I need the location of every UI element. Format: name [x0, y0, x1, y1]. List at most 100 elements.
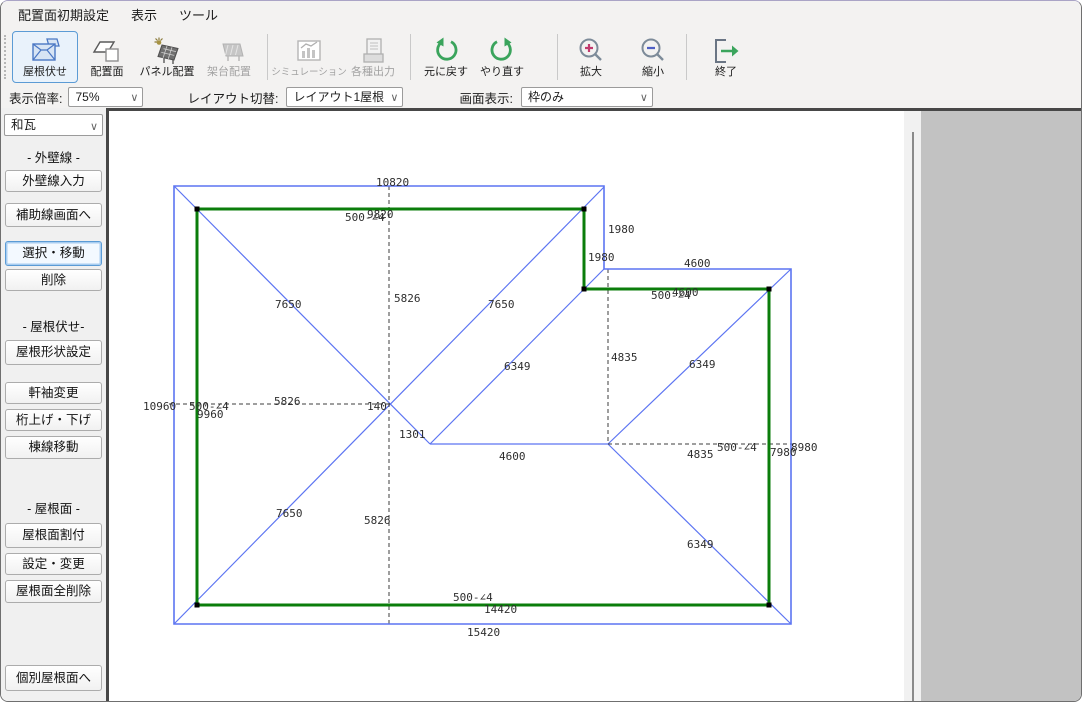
- wall-corner-dot: [767, 287, 772, 292]
- toolbar-button-label: やり直す: [480, 66, 524, 79]
- undo-icon: [431, 35, 461, 66]
- delete-button[interactable]: 削除: [5, 269, 102, 291]
- dimension-label: 4600: [499, 450, 526, 463]
- mount-layout-button[interactable]: 架台配置: [198, 31, 260, 83]
- canvas-region: 10820500-∠49820198019804600500-∠44600765…: [106, 108, 1082, 702]
- roof-plan-button[interactable]: 屋根伏せ: [12, 31, 78, 83]
- dimension-label: 4835: [687, 448, 714, 461]
- panel-layout-button[interactable]: パネル配置: [136, 31, 198, 83]
- vertical-scrollbar[interactable]: [904, 111, 921, 702]
- placement-plane-icon: [92, 35, 122, 66]
- dimension-label: 7650: [275, 298, 302, 311]
- toolbar-separator: [410, 34, 411, 80]
- dimension-label: 9960: [197, 408, 224, 421]
- dimension-label: 6349: [504, 360, 531, 373]
- view-options-bar: 表示倍率: 75% ∨ レイアウト切替: レイアウト1屋根 ∨ 画面表示: 枠の…: [1, 86, 1081, 108]
- toolbar-button-label: シミュレーション: [271, 66, 347, 79]
- zoom-out-icon: [638, 35, 668, 66]
- menu-bar: 配置面初期設定 表示 ツール: [1, 1, 1081, 28]
- wall-corner-dot: [195, 603, 200, 608]
- placement-plane-button[interactable]: 配置面: [78, 31, 136, 83]
- dimension-label: 14420: [484, 603, 517, 616]
- exit-button[interactable]: 終了: [700, 31, 752, 83]
- dimension-label: 8980: [791, 441, 818, 454]
- roof-material-select[interactable]: 和瓦 ∨: [4, 114, 103, 136]
- toolbar-button-label: 配置面: [91, 66, 124, 79]
- zoom-ratio-value: 75%: [75, 90, 99, 104]
- toolbar: 屋根伏せ 配置面: [1, 28, 1081, 86]
- exit-icon: [711, 35, 741, 66]
- section-roof-plan: - 屋根伏せ-: [4, 316, 103, 335]
- dimension-label: 1980: [608, 223, 635, 236]
- chevron-down-icon: ∨: [390, 89, 398, 107]
- chevron-down-icon: ∨: [640, 89, 648, 107]
- dimension-label: 4600: [672, 286, 699, 299]
- zoom-out-button[interactable]: 縮小: [627, 31, 679, 83]
- wall-corner-dot: [195, 207, 200, 212]
- simulation-icon: [294, 35, 324, 66]
- panel-layout-icon: [152, 35, 182, 66]
- section-roof-face: - 屋根面 -: [4, 498, 103, 517]
- menu-item-tools[interactable]: ツール: [168, 1, 229, 28]
- mount-layout-icon: [214, 35, 244, 66]
- dimension-label: 6349: [687, 538, 714, 551]
- display-mode-label: 画面表示:: [459, 88, 512, 107]
- roof-face-delete-all-button[interactable]: 屋根面全削除: [5, 580, 102, 603]
- eave-change-button[interactable]: 軒袖変更: [5, 382, 102, 404]
- toolbar-button-label: パネル配置: [140, 66, 195, 79]
- drawing-canvas[interactable]: 10820500-∠49820198019804600500-∠44600765…: [106, 111, 904, 702]
- dimension-label: 10820: [376, 176, 409, 189]
- output-button[interactable]: 各種出力: [343, 31, 403, 83]
- redo-button[interactable]: やり直す: [474, 31, 530, 83]
- wall-corner-dot: [582, 207, 587, 212]
- toolbar-button-label: 屋根伏せ: [23, 66, 67, 79]
- section-wall-line: - 外壁線 -: [4, 147, 103, 166]
- individual-roof-face-button[interactable]: 個別屋根面へ: [5, 665, 102, 691]
- scrollbar-thumb[interactable]: [912, 132, 914, 702]
- roof-hip-line: [608, 444, 791, 624]
- dimension-label: 1980: [588, 251, 615, 264]
- roof-plan-icon: [30, 35, 60, 66]
- zoom-in-button[interactable]: 拡大: [565, 31, 617, 83]
- dimension-label: 140: [367, 400, 387, 413]
- wall-corner-dot: [767, 603, 772, 608]
- roof-material-value: 和瓦: [11, 118, 36, 132]
- layout-switch-select[interactable]: レイアウト1屋根 ∨: [286, 87, 403, 107]
- dimension-label: 7650: [488, 298, 515, 311]
- simulation-button[interactable]: シミュレーション: [275, 31, 343, 83]
- display-mode-select[interactable]: 枠のみ ∨: [521, 87, 653, 107]
- girder-up-down-button[interactable]: 桁上げ・下げ: [5, 409, 102, 431]
- ridge-move-button[interactable]: 棟線移動: [5, 436, 102, 459]
- undo-button[interactable]: 元に戻す: [418, 31, 474, 83]
- zoom-in-icon: [576, 35, 606, 66]
- dimension-label: 500-∠4: [717, 441, 757, 454]
- chevron-down-icon: ∨: [130, 89, 138, 107]
- redo-icon: [487, 35, 517, 66]
- dimension-label: 9820: [367, 208, 394, 221]
- select-move-button[interactable]: 選択・移動: [5, 241, 102, 266]
- toolbar-grip[interactable]: [4, 35, 9, 79]
- roof-eave-outline: [174, 186, 791, 624]
- toolbar-button-label: 架台配置: [207, 66, 251, 79]
- sidebar: 和瓦 ∨ - 外壁線 - 外壁線入力 補助線画面へ 選択・移動 削除 - 屋根伏…: [1, 108, 106, 702]
- wall-line-input-button[interactable]: 外壁線入力: [5, 170, 102, 192]
- chevron-down-icon: ∨: [90, 117, 98, 137]
- menu-item-view[interactable]: 表示: [120, 1, 168, 28]
- toolbar-button-label: 元に戻す: [424, 66, 468, 79]
- roof-shape-setting-button[interactable]: 屋根形状設定: [5, 340, 102, 365]
- display-mode-value: 枠のみ: [528, 90, 564, 104]
- menu-item-layout-init[interactable]: 配置面初期設定: [7, 1, 120, 28]
- dimension-label: 5826: [274, 395, 301, 408]
- zoom-ratio-select[interactable]: 75% ∨: [68, 87, 143, 107]
- roof-face-assign-button[interactable]: 屋根面割付: [5, 523, 102, 548]
- dimension-label: 4835: [611, 351, 638, 364]
- toolbar-button-label: 拡大: [580, 66, 602, 79]
- toolbar-separator: [686, 34, 687, 80]
- workspace-background: [921, 111, 1082, 702]
- layout-switch-label: レイアウト切替:: [187, 88, 278, 107]
- aux-line-screen-button[interactable]: 補助線画面へ: [5, 203, 102, 227]
- layout-switch-value: レイアウト1屋根: [293, 90, 384, 104]
- setting-change-button[interactable]: 設定・変更: [5, 553, 102, 575]
- toolbar-button-label: 終了: [715, 66, 737, 79]
- dimension-label: 15420: [467, 626, 500, 639]
